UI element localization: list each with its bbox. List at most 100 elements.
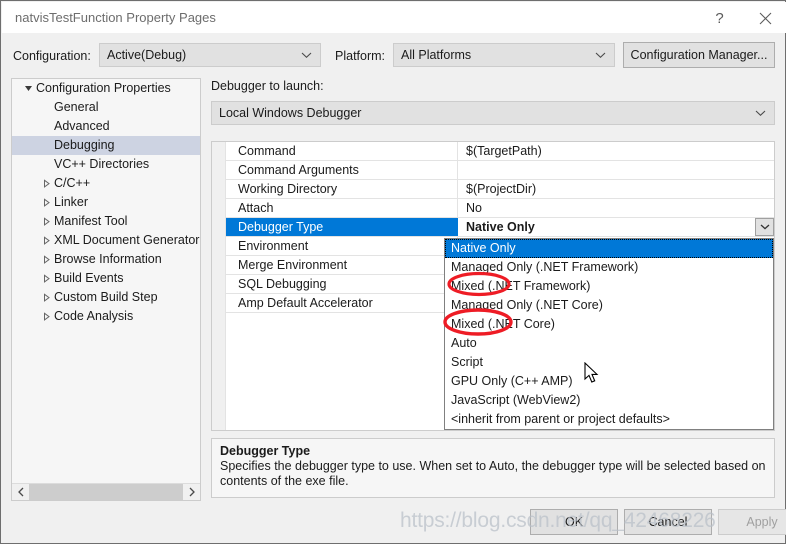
property-name: Command: [226, 142, 458, 160]
sidebar-item-label: Code Analysis: [54, 309, 134, 323]
dropdown-option[interactable]: Managed Only (.NET Framework): [445, 258, 773, 277]
close-button[interactable]: [743, 3, 786, 33]
debugger-to-launch-value: Local Windows Debugger: [219, 106, 362, 120]
help-button[interactable]: ?: [697, 3, 742, 33]
property-row[interactable]: Attach No: [226, 199, 774, 218]
title-bar: natvisTestFunction Property Pages ?: [2, 2, 786, 33]
property-pages-dialog: natvisTestFunction Property Pages ? Conf…: [0, 0, 786, 544]
chevron-down-icon: [755, 110, 766, 117]
sidebar-item-label: Configuration Properties: [36, 81, 171, 95]
dropdown-option[interactable]: Mixed (.NET Framework): [445, 277, 773, 296]
triangle-right-icon: [38, 250, 54, 269]
platform-combobox[interactable]: All Platforms: [393, 43, 615, 67]
property-name: Command Arguments: [226, 161, 458, 179]
triangle-right-icon: [38, 212, 54, 231]
chevron-left-icon[interactable]: [12, 484, 29, 500]
chevron-down-icon: [595, 52, 606, 59]
description-body: Specifies the debugger type to use. When…: [220, 459, 766, 488]
triangle-right-icon: [38, 174, 54, 193]
property-row[interactable]: Command Arguments: [226, 161, 774, 180]
chevron-right-icon[interactable]: [183, 484, 200, 500]
apply-label: Apply: [746, 515, 778, 529]
tree-horizontal-scrollbar[interactable]: [12, 483, 200, 500]
triangle-down-icon: [20, 79, 36, 98]
sidebar-item-advanced[interactable]: Advanced: [12, 117, 200, 136]
debugger-to-launch-label: Debugger to launch:: [211, 79, 324, 93]
property-value[interactable]: [459, 161, 774, 179]
property-name: Attach: [226, 199, 458, 217]
chevron-down-icon: [301, 52, 312, 59]
property-value[interactable]: No: [459, 199, 774, 217]
configuration-manager-label: Configuration Manager...: [630, 48, 768, 62]
property-value[interactable]: $(TargetPath): [459, 142, 774, 160]
description-panel: Debugger Type Specifies the debugger typ…: [211, 438, 775, 498]
scrollbar-thumb[interactable]: [29, 484, 183, 500]
sidebar-item-label: Manifest Tool: [54, 214, 128, 228]
dropdown-option[interactable]: Managed Only (.NET Core): [445, 296, 773, 315]
sidebar-item-build-events[interactable]: Build Events: [12, 269, 200, 288]
property-name: SQL Debugging: [226, 275, 458, 293]
property-value-dropdown-button[interactable]: [755, 218, 774, 236]
cancel-label: Cancel: [648, 515, 688, 529]
property-name: Debugger Type: [226, 218, 458, 236]
sidebar-item-label: XML Document Generator: [54, 233, 200, 247]
sidebar-item-custom-build-step[interactable]: Custom Build Step: [12, 288, 200, 307]
sidebar-item-vc-directories[interactable]: VC++ Directories: [12, 155, 200, 174]
sidebar-item-label: Custom Build Step: [54, 290, 158, 304]
sidebar-item-label: Linker: [54, 195, 89, 209]
dropdown-option[interactable]: GPU Only (C++ AMP): [445, 372, 773, 391]
close-icon: [759, 12, 772, 24]
property-value[interactable]: $(ProjectDir): [459, 180, 774, 198]
sidebar-item-xml-document-generator[interactable]: XML Document Generator: [12, 231, 200, 250]
dropdown-option[interactable]: Mixed (.NET Core): [445, 315, 773, 334]
sidebar-item-code-analysis[interactable]: Code Analysis: [12, 307, 200, 326]
cancel-button[interactable]: Cancel: [624, 509, 712, 535]
sidebar-item-configuration-properties[interactable]: Configuration Properties: [12, 79, 200, 98]
triangle-right-icon: [38, 231, 54, 250]
apply-button: Apply: [718, 509, 786, 535]
dropdown-option[interactable]: Script: [445, 353, 773, 372]
sidebar-item-linker[interactable]: Linker: [12, 193, 200, 212]
sidebar-item-label: C/C++: [54, 176, 91, 190]
sidebar-item-label: Browse Information: [54, 252, 162, 266]
configuration-tree: Configuration Properties General Advanced D…: [11, 78, 201, 501]
sidebar-item-browse-information[interactable]: Browse Information: [12, 250, 200, 269]
sidebar-item-general[interactable]: General: [12, 98, 200, 117]
configuration-tree-list[interactable]: Configuration Properties General Advanced D…: [12, 79, 200, 482]
sidebar-item-label: Build Events: [54, 271, 124, 285]
triangle-right-icon: [38, 307, 54, 326]
sidebar-item-manifest-tool[interactable]: Manifest Tool: [12, 212, 200, 231]
configuration-combobox[interactable]: Active(Debug): [99, 43, 321, 67]
property-grid-gutter: [212, 142, 226, 430]
triangle-right-icon: [38, 269, 54, 288]
sidebar-item-label: Debugging: [54, 138, 115, 152]
ok-button[interactable]: OK: [530, 509, 618, 535]
dropdown-option[interactable]: Auto: [445, 334, 773, 353]
property-row[interactable]: Working Directory $(ProjectDir): [226, 180, 774, 199]
sidebar-item-debugging[interactable]: Debugging: [12, 136, 200, 155]
configuration-label: Configuration:: [13, 49, 91, 63]
property-row[interactable]: Debugger Type Native Only: [226, 218, 774, 237]
sidebar-item-label: Advanced: [54, 119, 110, 133]
property-value[interactable]: Native Only: [459, 218, 774, 236]
debugger-to-launch-combobox[interactable]: Local Windows Debugger: [211, 101, 775, 125]
sidebar-item-label: VC++ Directories: [54, 157, 150, 171]
dropdown-option[interactable]: JavaScript (WebView2): [445, 391, 773, 410]
platform-value: All Platforms: [401, 48, 472, 62]
debugger-type-dropdown-list[interactable]: Native Only Managed Only (.NET Framework)…: [444, 238, 774, 430]
question-mark-icon: ?: [715, 9, 724, 27]
triangle-right-icon: [38, 288, 54, 307]
property-name: Amp Default Accelerator: [226, 294, 458, 312]
configuration-manager-button[interactable]: Configuration Manager...: [623, 42, 775, 68]
triangle-right-icon: [38, 193, 54, 212]
window-title: natvisTestFunction Property Pages: [15, 10, 216, 25]
sidebar-item-label: General: [54, 100, 99, 114]
dropdown-option[interactable]: <inherit from parent or project defaults…: [445, 410, 773, 429]
sidebar-item-c-c[interactable]: C/C++: [12, 174, 200, 193]
property-name: Merge Environment: [226, 256, 458, 274]
property-row[interactable]: Command $(TargetPath): [226, 142, 774, 161]
dropdown-option[interactable]: Native Only: [445, 239, 773, 258]
platform-label: Platform:: [335, 49, 386, 63]
chevron-down-icon: [760, 224, 769, 230]
property-name: Working Directory: [226, 180, 458, 198]
